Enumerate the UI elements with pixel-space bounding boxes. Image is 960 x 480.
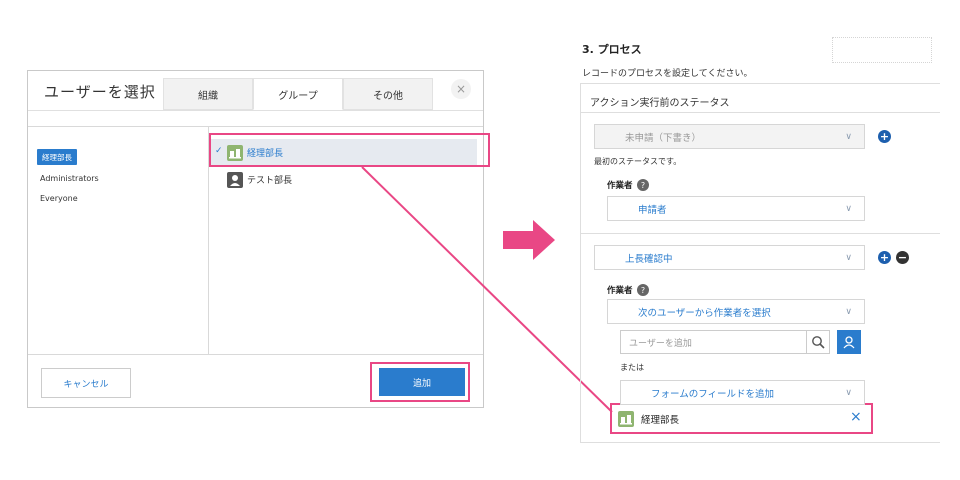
operator-select-choose-value: 次のユーザーから作業者を選択 xyxy=(638,307,771,319)
search-button[interactable] xyxy=(806,330,830,354)
tab-group[interactable]: グループ xyxy=(253,78,343,110)
chevron-down-icon: ∨ xyxy=(845,131,852,142)
chevron-down-icon: ∨ xyxy=(845,387,852,398)
form-field-select-value: フォームのフィールドを追加 xyxy=(651,388,775,400)
chevron-down-icon: ∨ xyxy=(845,252,852,263)
operator-label: 作業者 xyxy=(607,181,633,191)
status-select-review[interactable]: 上長確認中 ∨ xyxy=(594,245,865,270)
tab-other[interactable]: その他 xyxy=(343,78,433,110)
chevron-down-icon: ∨ xyxy=(845,203,852,214)
placeholder-box xyxy=(832,37,932,63)
section-title: 3. プロセス xyxy=(582,43,642,56)
user-icon xyxy=(843,336,855,349)
highlight-keiri-row xyxy=(209,133,490,167)
dialog-title: ユーザーを選択 xyxy=(44,83,156,101)
add-status-button[interactable]: + xyxy=(878,130,891,143)
arrow-right-icon xyxy=(503,220,555,260)
user-icon xyxy=(227,172,243,188)
close-icon[interactable]: × xyxy=(850,409,862,425)
selected-operator-label: 経理部長 xyxy=(641,415,680,426)
search-icon xyxy=(812,336,825,349)
add-status-button[interactable]: + xyxy=(878,251,891,264)
user-search-input[interactable]: ユーザーを追加 xyxy=(620,330,830,354)
panel-header-label: アクション実行前のステータス xyxy=(590,98,730,109)
group-icon xyxy=(618,411,634,427)
status-select-review-value: 上長確認中 xyxy=(625,253,673,265)
remove-status-button[interactable]: − xyxy=(896,251,909,264)
status-select-draft-value: 未申請（下書き） xyxy=(625,132,702,144)
help-icon[interactable]: ? xyxy=(637,179,649,191)
or-label: または xyxy=(620,363,644,372)
help-icon[interactable]: ? xyxy=(637,284,649,296)
chevron-down-icon: ∨ xyxy=(845,306,852,317)
group-item-everyone[interactable]: Everyone xyxy=(40,194,78,203)
member-label-test[interactable]: テスト部長 xyxy=(247,173,292,186)
group-item-keiri[interactable]: 経理部長 xyxy=(37,149,77,165)
operator-label: 作業者 xyxy=(607,286,633,296)
operator-select-applicant[interactable]: 申請者 ∨ xyxy=(607,196,865,221)
cancel-button[interactable]: キャンセル xyxy=(41,368,131,398)
list-top-divider xyxy=(28,126,483,127)
tab-organization[interactable]: 組織 xyxy=(163,78,253,110)
status-select-draft[interactable]: 未申請（下書き） ∨ xyxy=(594,124,865,149)
operator-select-applicant-value: 申請者 xyxy=(638,204,667,216)
highlight-add-button xyxy=(370,362,470,402)
status-note: 最初のステータスです。 xyxy=(594,157,682,166)
user-picker-button[interactable] xyxy=(837,330,861,354)
operator-select-choose[interactable]: 次のユーザーから作業者を選択 ∨ xyxy=(607,299,865,324)
user-select-dialog: ユーザーを選択 組織 グループ その他 × 経理部長 Administrator… xyxy=(27,70,484,408)
group-item-administrators[interactable]: Administrators xyxy=(40,174,99,183)
user-search-placeholder: ユーザーを追加 xyxy=(629,338,692,349)
close-button[interactable]: × xyxy=(451,79,471,99)
form-field-select[interactable]: フォームのフィールドを追加 ∨ xyxy=(620,380,865,405)
tab-divider xyxy=(28,110,483,111)
step-divider xyxy=(580,233,940,234)
section-description: レコードのプロセスを設定してください。 xyxy=(582,69,753,79)
footer-divider xyxy=(28,354,483,355)
